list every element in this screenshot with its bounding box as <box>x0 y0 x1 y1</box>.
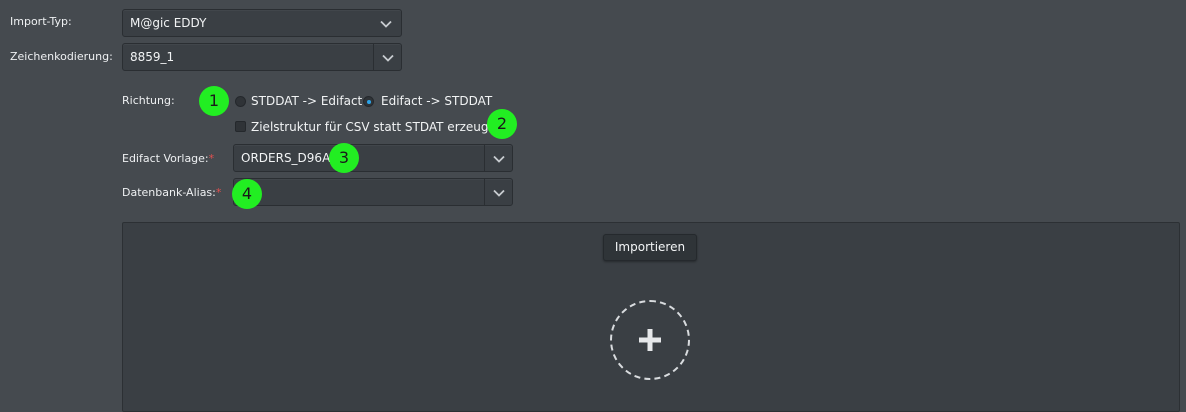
encoding-value: 8859_1 <box>130 50 175 64</box>
encoding-label: Zeichenkodierung: <box>10 50 113 63</box>
db-alias-label-text: Datenbank-Alias: <box>122 186 216 199</box>
add-file-button[interactable] <box>610 300 690 380</box>
encoding-select[interactable]: 8859_1 <box>122 43 402 71</box>
chevron-down-icon <box>493 155 505 163</box>
db-alias-select[interactable] <box>233 178 513 206</box>
plus-icon <box>639 329 661 351</box>
csv-target-checkbox[interactable] <box>235 121 246 132</box>
csv-target-label[interactable]: Zielstruktur für CSV statt STDAT erzeuge… <box>251 120 504 134</box>
direction-option-edifact-stddat-label[interactable]: Edifact -> STDDAT <box>381 94 492 108</box>
annotation-badge-4: 4 <box>232 179 262 209</box>
import-dropzone[interactable]: Importieren <box>122 222 1180 412</box>
edifact-template-label: Edifact Vorlage:* <box>122 152 214 165</box>
chevron-down-icon <box>382 54 394 62</box>
edifact-template-select[interactable]: ORDERS_D96A <box>233 144 513 172</box>
required-marker: * <box>208 152 215 165</box>
chevron-down-icon <box>493 189 505 197</box>
edifact-template-value: ORDERS_D96A <box>241 151 331 165</box>
db-alias-label: Datenbank-Alias:* <box>122 186 221 199</box>
required-marker: * <box>215 186 222 199</box>
direction-radio-edifact-stddat[interactable] <box>363 96 374 107</box>
edifact-template-label-text: Edifact Vorlage: <box>122 152 209 165</box>
import-type-label: Import-Typ: <box>10 15 72 28</box>
import-button[interactable]: Importieren <box>603 234 697 261</box>
annotation-badge-2: 2 <box>487 109 517 139</box>
annotation-badge-3: 3 <box>329 143 359 173</box>
annotation-badge-1: 1 <box>199 86 229 116</box>
direction-radio-stddat-edifact[interactable] <box>235 96 246 107</box>
select-divider <box>484 179 485 205</box>
select-divider <box>373 44 374 70</box>
chevron-down-icon <box>380 20 392 28</box>
import-type-value: M@gic EDDY <box>130 16 207 30</box>
select-divider <box>484 145 485 171</box>
import-type-select[interactable]: M@gic EDDY <box>122 9 402 37</box>
direction-option-stddat-edifact-label[interactable]: STDDAT -> Edifact <box>251 94 362 108</box>
direction-label: Richtung: <box>122 94 175 107</box>
